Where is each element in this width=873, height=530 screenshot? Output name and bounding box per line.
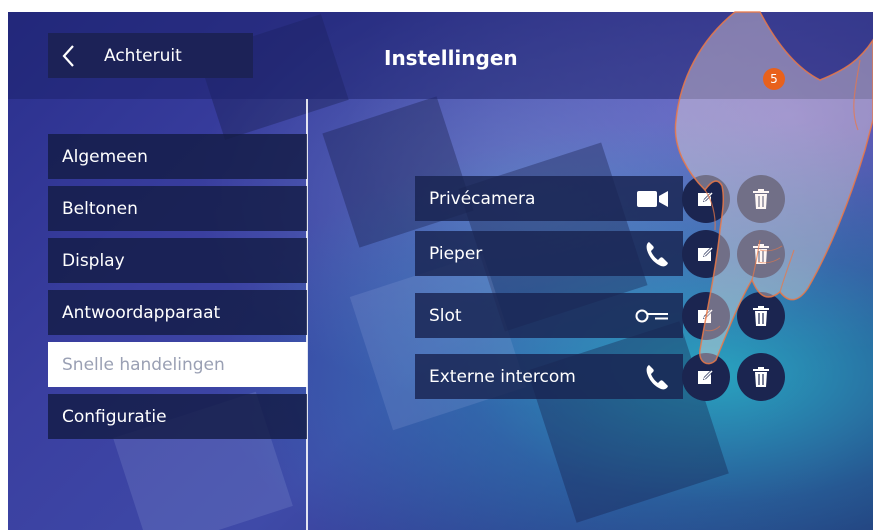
top-bar: Achteruit Instellingen xyxy=(8,12,873,99)
background-shape xyxy=(322,96,474,248)
trash-icon xyxy=(753,367,769,387)
action-row-pieper[interactable]: Pieper xyxy=(415,231,683,276)
edit-button[interactable] xyxy=(682,230,730,278)
key-icon xyxy=(635,293,669,338)
trash-icon xyxy=(753,306,769,326)
edit-button[interactable] xyxy=(682,353,730,401)
action-row-slot[interactable]: Slot xyxy=(415,293,683,338)
action-label: Pieper xyxy=(429,243,483,264)
intercom-screen: Achteruit Instellingen Algemeen Beltonen… xyxy=(8,12,873,530)
background-shape xyxy=(527,321,729,523)
delete-button[interactable] xyxy=(737,292,785,340)
chevron-left-icon xyxy=(48,44,88,68)
trash-icon xyxy=(753,244,769,264)
action-row-externe-intercom[interactable]: Externe intercom xyxy=(415,354,683,399)
delete-button[interactable] xyxy=(737,230,785,278)
phone-icon xyxy=(645,231,669,276)
edit-icon xyxy=(698,308,714,323)
action-label: Slot xyxy=(429,305,462,326)
menu-item-display[interactable]: Display xyxy=(48,238,307,283)
edit-button[interactable] xyxy=(682,292,730,340)
action-label: Privécamera xyxy=(429,188,536,209)
edit-icon xyxy=(698,369,714,384)
step-badge: 5 xyxy=(763,68,785,90)
page-title: Instellingen xyxy=(384,46,518,70)
menu-item-antwoordapparaat[interactable]: Antwoordapparaat xyxy=(48,290,307,335)
video-camera-icon xyxy=(637,176,669,221)
delete-button[interactable] xyxy=(737,353,785,401)
edit-icon xyxy=(698,246,714,261)
phone-icon xyxy=(645,354,669,399)
action-label: Externe intercom xyxy=(429,366,576,387)
edit-button[interactable] xyxy=(682,175,730,223)
delete-button[interactable] xyxy=(737,175,785,223)
edit-icon xyxy=(698,191,714,206)
action-row-privecamera[interactable]: Privécamera xyxy=(415,176,683,221)
back-button[interactable]: Achteruit xyxy=(48,33,253,78)
back-button-label: Achteruit xyxy=(104,45,182,66)
menu-item-beltonen[interactable]: Beltonen xyxy=(48,186,307,231)
trash-icon xyxy=(753,189,769,209)
menu-item-snelle-handelingen[interactable]: Snelle handelingen xyxy=(48,342,307,387)
menu-item-algemeen[interactable]: Algemeen xyxy=(48,134,307,179)
menu-item-configuratie[interactable]: Configuratie xyxy=(48,394,307,439)
